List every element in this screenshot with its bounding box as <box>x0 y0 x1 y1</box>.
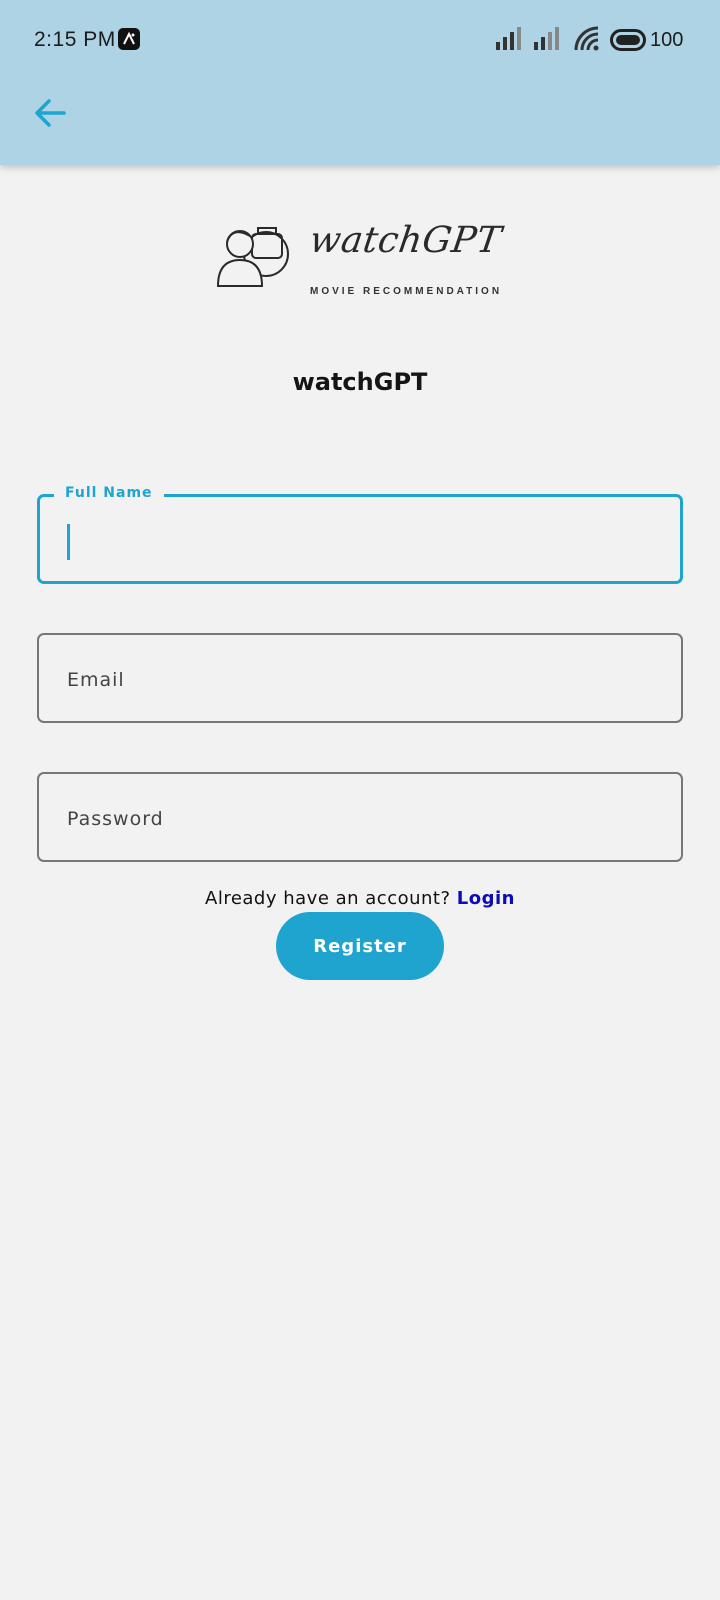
register-button-label: Register <box>313 935 407 957</box>
full-name-field[interactable]: Full Name <box>37 485 683 584</box>
page-title: watchGPT <box>292 368 428 396</box>
battery-icon <box>610 29 648 55</box>
notification-app-icon <box>118 28 140 50</box>
account-prompt: Already have an account? Login <box>0 888 720 909</box>
back-button[interactable] <box>28 92 78 134</box>
logo-wordmark: watchGPT <box>307 220 504 261</box>
app-bar: 2:15 PM 100 <box>0 0 720 165</box>
login-link[interactable]: Login <box>457 888 515 909</box>
signal-icon <box>496 26 526 56</box>
text-cursor <box>67 524 70 560</box>
person-with-bag-icon <box>216 227 289 287</box>
app-logo: watchGPT MOVIE RECOMMENDATION <box>214 212 504 308</box>
full-name-label: Full Name <box>54 485 164 501</box>
account-prompt-text: Already have an account? <box>205 888 451 909</box>
password-placeholder: Password <box>67 808 164 830</box>
status-time: 2:15 PM <box>34 28 116 51</box>
signal-icon <box>534 26 564 56</box>
battery-level: 100 <box>650 29 684 51</box>
password-field[interactable]: Password <box>37 772 683 862</box>
email-field[interactable]: Email <box>37 633 683 723</box>
register-button[interactable]: Register <box>276 912 444 980</box>
email-placeholder: Email <box>67 669 125 691</box>
arrow-left-icon <box>35 99 66 127</box>
logo-subtitle: MOVIE RECOMMENDATION <box>310 286 503 297</box>
wifi-icon <box>574 26 602 56</box>
